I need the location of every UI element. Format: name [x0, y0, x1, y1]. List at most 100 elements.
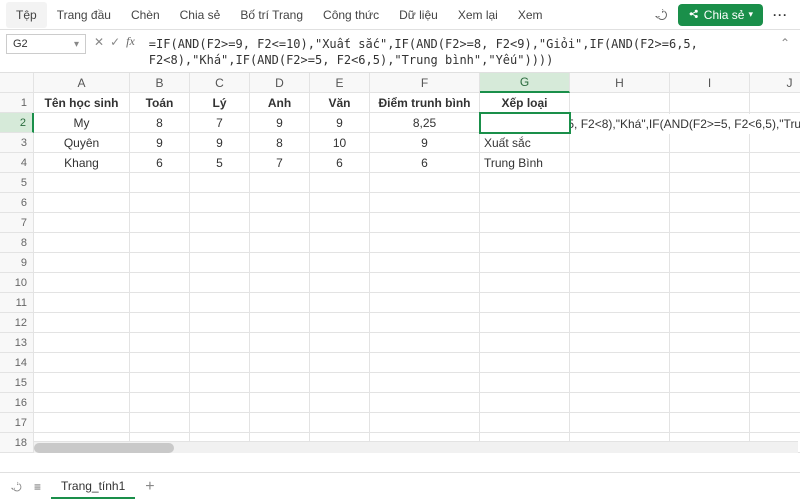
cell[interactable] [670, 233, 750, 253]
cell[interactable] [480, 233, 570, 253]
cell[interactable] [750, 413, 800, 433]
cell[interactable] [480, 393, 570, 413]
cell[interactable] [310, 413, 370, 433]
cell[interactable] [480, 353, 570, 373]
cell[interactable] [130, 173, 190, 193]
cell[interactable] [750, 373, 800, 393]
cell[interactable] [750, 133, 800, 153]
cell[interactable] [34, 393, 130, 413]
cell[interactable] [480, 313, 570, 333]
formula-input[interactable]: =IF(AND(F2>=9, F2<=10),"Xuất sắc",IF(AND… [149, 34, 776, 68]
menu-formulas[interactable]: Công thức [313, 2, 389, 28]
cell[interactable] [370, 193, 480, 213]
cell[interactable] [250, 193, 310, 213]
cell[interactable] [130, 213, 190, 233]
cell[interactable] [130, 273, 190, 293]
cell[interactable] [670, 293, 750, 313]
name-box[interactable]: G2 ▾ [6, 34, 86, 54]
cell[interactable] [190, 353, 250, 373]
cell[interactable] [130, 393, 190, 413]
cell[interactable] [34, 333, 130, 353]
cell[interactable] [130, 373, 190, 393]
cell[interactable] [190, 393, 250, 413]
cell[interactable] [670, 213, 750, 233]
row-header[interactable]: 10 [0, 273, 34, 293]
cell[interactable] [750, 273, 800, 293]
column-header[interactable]: A [34, 73, 130, 93]
cell[interactable] [190, 373, 250, 393]
row-header[interactable]: 9 [0, 253, 34, 273]
cell[interactable] [130, 293, 190, 313]
row-header[interactable]: 11 [0, 293, 34, 313]
cell[interactable] [480, 173, 570, 193]
cell[interactable] [750, 213, 800, 233]
cell[interactable] [570, 193, 670, 213]
history-icon[interactable] [10, 480, 24, 494]
cell[interactable] [130, 233, 190, 253]
cell[interactable] [370, 293, 480, 313]
cell[interactable] [130, 193, 190, 213]
cell[interactable]: 6 [130, 153, 190, 173]
cell[interactable] [750, 313, 800, 333]
cell[interactable] [310, 193, 370, 213]
row-header[interactable]: 8 [0, 233, 34, 253]
cell[interactable] [34, 213, 130, 233]
cell[interactable] [670, 273, 750, 293]
cell[interactable] [250, 413, 310, 433]
cell[interactable] [130, 333, 190, 353]
cell[interactable] [670, 193, 750, 213]
column-header[interactable]: D [250, 73, 310, 93]
row-header[interactable]: 17 [0, 413, 34, 433]
sheet-menu-icon[interactable]: ≡ [34, 480, 41, 494]
cell[interactable] [250, 333, 310, 353]
cell[interactable] [670, 353, 750, 373]
add-sheet-button[interactable]: + [145, 478, 154, 496]
cell[interactable] [250, 233, 310, 253]
cell[interactable] [34, 313, 130, 333]
cell[interactable] [670, 93, 750, 113]
menu-page-layout[interactable]: Bố trí Trang [230, 2, 313, 28]
row-header[interactable]: 16 [0, 393, 34, 413]
cell[interactable] [310, 393, 370, 413]
cell[interactable] [34, 253, 130, 273]
cell[interactable] [570, 233, 670, 253]
cell[interactable] [34, 353, 130, 373]
cell[interactable] [370, 273, 480, 293]
cell[interactable] [250, 393, 310, 413]
cell[interactable] [750, 353, 800, 373]
cell[interactable] [570, 393, 670, 413]
column-header[interactable]: H [570, 73, 670, 93]
cell[interactable] [190, 293, 250, 313]
cell[interactable]: Tên học sinh [34, 93, 130, 113]
cell[interactable] [310, 333, 370, 353]
cell[interactable] [310, 273, 370, 293]
cell[interactable] [310, 213, 370, 233]
cell[interactable]: Anh [250, 93, 310, 113]
cell[interactable]: 6 [370, 153, 480, 173]
cell[interactable]: 9 [310, 113, 370, 133]
cell[interactable] [670, 253, 750, 273]
row-header[interactable]: 6 [0, 193, 34, 213]
cell[interactable] [750, 393, 800, 413]
cell[interactable] [370, 213, 480, 233]
cell[interactable] [370, 353, 480, 373]
cell[interactable] [190, 313, 250, 333]
cell[interactable]: Điểm trunh bình [370, 93, 480, 113]
cell[interactable] [310, 353, 370, 373]
row-header[interactable]: 4 [0, 153, 34, 173]
menu-insert[interactable]: Chèn [121, 2, 170, 28]
cell[interactable] [570, 293, 670, 313]
cell[interactable] [370, 373, 480, 393]
row-header[interactable]: 18 [0, 433, 34, 453]
cell[interactable] [570, 153, 670, 173]
cell[interactable] [250, 213, 310, 233]
cell[interactable]: Quyên [34, 133, 130, 153]
menu-review[interactable]: Xem lại [448, 2, 508, 28]
cell[interactable] [750, 173, 800, 193]
cell[interactable]: Văn [310, 93, 370, 113]
column-header[interactable]: G [480, 73, 570, 93]
cell[interactable] [130, 253, 190, 273]
cell[interactable] [570, 333, 670, 353]
cell[interactable] [570, 93, 670, 113]
row-header[interactable]: 13 [0, 333, 34, 353]
